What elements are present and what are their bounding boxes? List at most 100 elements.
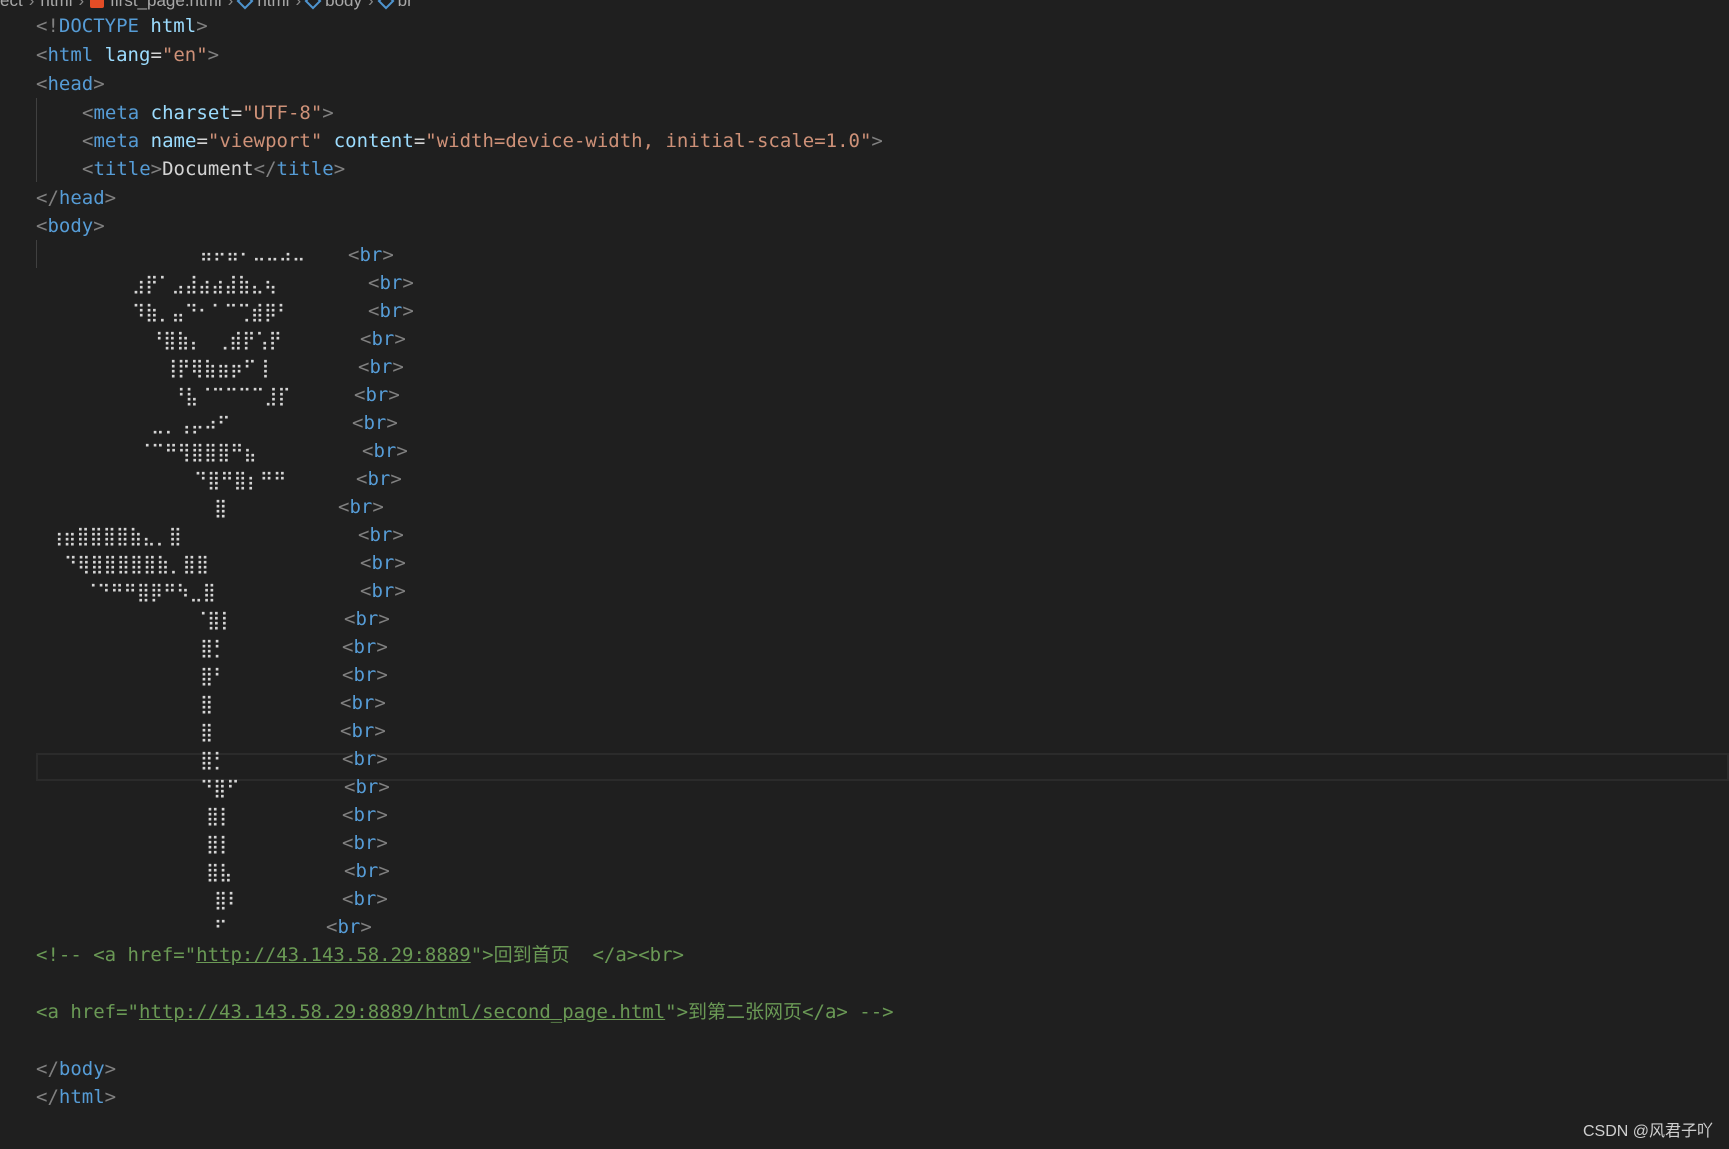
code-line[interactable]: <meta name="viewport" content="width=dev… — [82, 127, 883, 155]
element-icon — [236, 0, 254, 10]
br-tag: <br> — [358, 356, 404, 378]
tag-name: html — [47, 44, 94, 66]
br-tag: <br> — [348, 244, 394, 266]
watermark: CSDN @风君子吖 — [1582, 1123, 1713, 1140]
code-line[interactable]: <body> — [36, 212, 105, 240]
code-line[interactable]: <a href="http://43.143.58.29:8889/html/s… — [36, 998, 894, 1026]
br-tag: <br> — [360, 552, 406, 574]
ascii-art-line: ⣿⠃ — [200, 666, 227, 687]
ascii-art-line: ⠹⣷⡀⣤⠙⠂⠁⠉⢉⣾⡿⠃ — [132, 302, 291, 323]
br-tag: <br> — [340, 720, 386, 742]
code-line[interactable]: </body> — [36, 1055, 116, 1083]
punctuation: </ — [36, 1058, 59, 1080]
ascii-art-line: ⠙⣿⠛⣿⡆⠛⠛ — [194, 470, 287, 491]
ascii-art-line: ⣿⡃ — [200, 638, 227, 659]
br-tag: <br> — [362, 440, 408, 462]
tag-name: head — [58, 187, 105, 209]
ascii-art-line: ⣰⡟⠁⣠⣼⣴⣴⣼⣷⣄⢦ — [132, 274, 278, 295]
doctype-name: html — [150, 15, 197, 37]
ascii-art-line: ⠈⠙⠛⠛⣿⡿⠛⠳⣀⣿ — [84, 582, 216, 603]
punctuation: > — [104, 187, 117, 209]
punctuation: > — [196, 15, 208, 37]
element-icon — [377, 0, 395, 10]
ascii-art-line: ⠀⣀⡀⢠⡤⠴⠋ — [138, 414, 231, 435]
comment-text: </a> --> — [802, 1001, 894, 1023]
tag-name: body — [58, 1058, 105, 1080]
comment-link[interactable]: http://43.143.58.29:8889 — [196, 944, 471, 966]
current-line-highlight — [36, 753, 1729, 781]
comment-link[interactable]: http://43.143.58.29:8889/html/second_pag… — [139, 1001, 665, 1023]
punctuation: > — [104, 1058, 117, 1080]
br-tag: <br> — [338, 496, 384, 518]
br-tag: <br> — [326, 916, 372, 938]
punctuation: > — [93, 73, 105, 95]
attribute-value: "viewport" — [207, 130, 323, 152]
element-icon — [304, 0, 322, 10]
ascii-art-line: ⠘⣿⣷⡄⠀⢀⣾⡟⢡⡟ — [150, 330, 282, 351]
ascii-art-line: ⠙⣿⠋ — [200, 778, 240, 799]
comment-text: 到第二张网页 — [688, 1001, 803, 1023]
ascii-art-line: ⠈⠉⠛⢻⣿⣿⣿⠛⣦ — [138, 442, 257, 463]
comment-text: </a><br> — [569, 944, 684, 966]
attribute-name: lang — [104, 44, 151, 66]
br-tag: <br> — [360, 580, 406, 602]
punctuation: = — [413, 130, 426, 152]
code-line[interactable]: <meta charset="UTF-8"> — [82, 99, 334, 127]
br-tag: <br> — [342, 832, 388, 854]
punctuation: < — [36, 73, 48, 95]
ascii-art-line: ⣿ — [200, 722, 214, 743]
tag-name: html — [58, 1086, 105, 1108]
breadcrumb: ect › html › first_page.html › html › bo… — [0, 0, 413, 10]
attribute-name: content — [333, 130, 414, 152]
tag-name: meta — [93, 102, 140, 124]
attribute-value: "width=device-width, initial-scale=1.0" — [425, 130, 872, 152]
comment-text: <a href=" — [36, 1001, 139, 1023]
ascii-art-line: ⠶⠖⠶⠂⠤⠤⠴⠤ — [178, 246, 306, 267]
code-line[interactable]: </head> — [36, 184, 116, 212]
indent-guide — [36, 98, 37, 182]
punctuation: > — [93, 215, 105, 237]
punctuation: </ — [36, 187, 59, 209]
punctuation: < — [82, 158, 94, 180]
code-line[interactable]: </html> — [36, 1083, 116, 1111]
br-tag: <br> — [342, 664, 388, 686]
br-tag: <br> — [360, 328, 406, 350]
punctuation: </ — [253, 158, 277, 180]
br-tag: <br> — [368, 300, 414, 322]
attribute-name: name — [150, 130, 197, 152]
ascii-art-line: ⣿⡇ — [206, 806, 233, 827]
code-line[interactable]: <html lang="en"> — [36, 41, 219, 69]
punctuation: > — [333, 158, 346, 180]
punctuation: < — [36, 44, 48, 66]
comment-text: "> — [470, 944, 494, 966]
code-editor[interactable]: <!DOCTYPE html> <html lang="en"> <head> … — [0, 10, 1729, 1149]
code-line[interactable]: <title>Document</title> — [82, 155, 345, 183]
punctuation: > — [207, 44, 220, 66]
punctuation: = — [196, 130, 208, 152]
html-file-icon — [90, 0, 105, 8]
indent-guide — [36, 240, 37, 268]
punctuation: = — [230, 102, 243, 124]
punctuation: = — [150, 44, 162, 66]
br-tag: <br> — [340, 692, 386, 714]
ascii-art-line: ⣿⣧ — [206, 862, 233, 883]
br-tag: <br> — [344, 860, 390, 882]
ascii-art-line: ⢰⣶⣿⣿⣿⣿⣷⣄⡀⣿ — [50, 526, 182, 547]
ascii-art-line: ⠘⣧⠈⠉⠉⠉⠉⣸⡏ — [172, 386, 291, 407]
ascii-art-line: ⠋ — [214, 918, 228, 939]
code-line[interactable]: <!DOCTYPE html> — [36, 12, 208, 40]
ascii-art-line: ⣿⠇ — [214, 890, 241, 911]
br-tag: <br> — [352, 412, 398, 434]
ascii-art-line: ⠙⢿⣿⣿⣿⣿⣿⣷⡀⣿⣿ — [64, 554, 210, 575]
br-tag: <br> — [342, 804, 388, 826]
punctuation: < — [82, 102, 94, 124]
comment-text: <!-- <a href=" — [36, 944, 197, 966]
code-line[interactable]: <!-- <a href="http://43.143.58.29:8889">… — [36, 941, 684, 969]
code-line[interactable]: <head> — [36, 70, 105, 98]
doctype-keyword: DOCTYPE — [58, 15, 139, 37]
br-tag: <br> — [354, 384, 400, 406]
br-tag: <br> — [342, 748, 388, 770]
punctuation: > — [104, 1086, 117, 1108]
punctuation: <! — [36, 15, 59, 37]
punctuation: > — [150, 158, 163, 180]
